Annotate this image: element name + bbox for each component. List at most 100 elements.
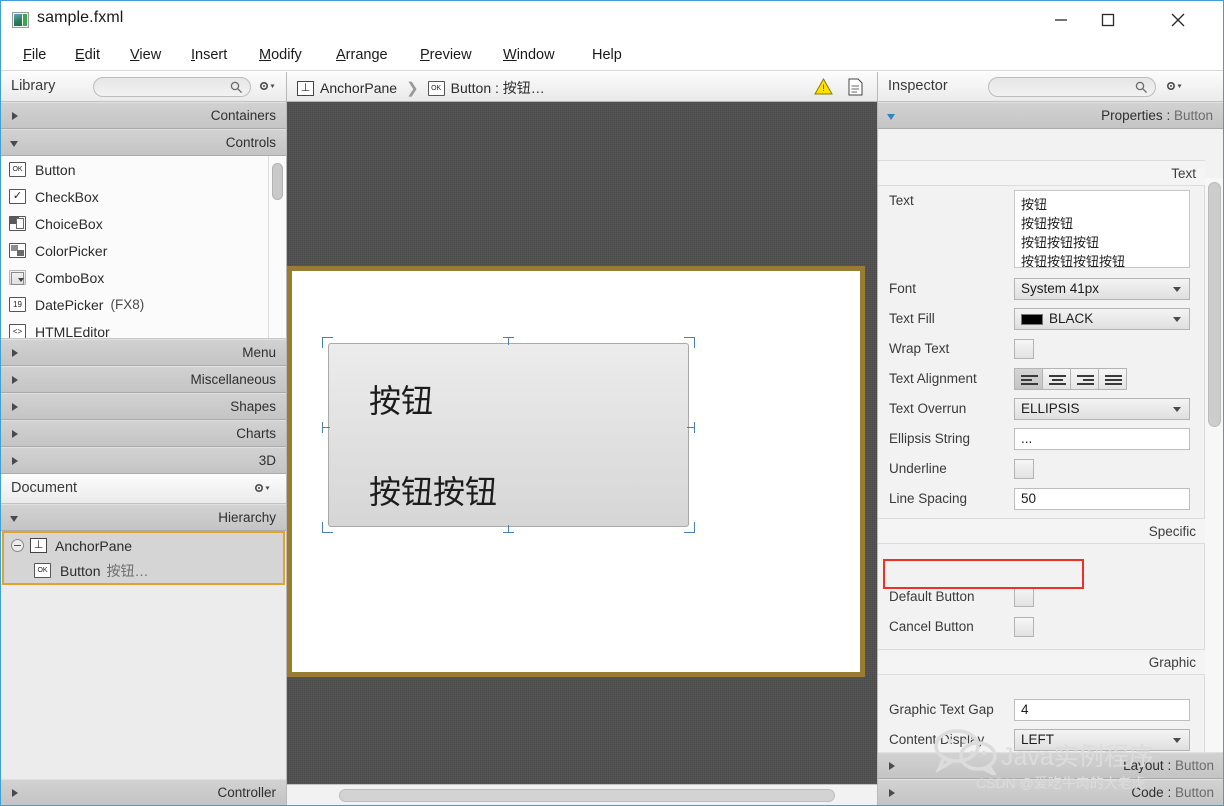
preview-button[interactable]: 按钮 按钮按钮 xyxy=(328,343,689,527)
canvas-scrollbar-thumb[interactable] xyxy=(339,789,835,802)
document-gear-icon[interactable] xyxy=(252,481,274,497)
library-section-3d[interactable]: 3D xyxy=(1,447,286,474)
document-panel-header: Document xyxy=(1,474,286,504)
text-overrun-combo[interactable]: ELLIPSIS xyxy=(1014,398,1190,420)
library-section-charts[interactable]: Charts xyxy=(1,420,286,447)
collapse-icon[interactable] xyxy=(11,539,24,552)
property-label: Graphic Text Gap xyxy=(889,702,994,717)
inspector-section-properties[interactable]: Properties : Button xyxy=(878,102,1223,129)
menu-bar: File Edit View Insert Modify Arrange Pre… xyxy=(1,39,1223,71)
inspector-content: Text Text 按钮 按钮按钮 按钮按钮按钮 按钮按钮按钮按钮 Font S… xyxy=(878,160,1205,755)
text-fill-combo[interactable]: BLACK xyxy=(1014,308,1190,330)
wrap-text-checkbox[interactable] xyxy=(1014,339,1034,359)
inspector-section-layout[interactable]: Layout : Button xyxy=(878,752,1223,779)
chevron-right-icon xyxy=(12,349,18,357)
library-section-miscellaneous[interactable]: Miscellaneous xyxy=(1,366,286,393)
font-combo[interactable]: System 41px xyxy=(1014,278,1190,300)
library-controls-list[interactable]: Button CheckBox ChoiceBox ColorPicker Co… xyxy=(1,156,286,339)
text-overrun-value: ELLIPSIS xyxy=(1021,401,1080,416)
maximize-button[interactable] xyxy=(1085,1,1131,38)
list-item[interactable]: ColorPicker xyxy=(1,237,286,264)
list-item[interactable]: ComboBox xyxy=(1,264,286,291)
list-item-label: CheckBox xyxy=(35,188,99,205)
menu-insert[interactable]: Insert xyxy=(189,44,229,66)
line-spacing-input[interactable]: 50 xyxy=(1014,488,1190,510)
list-item-label: Button xyxy=(35,161,76,178)
resize-handle-r[interactable] xyxy=(684,422,695,433)
text-textarea[interactable]: 按钮 按钮按钮 按钮按钮按钮 按钮按钮按钮按钮 xyxy=(1014,190,1190,268)
library-search-input[interactable] xyxy=(93,77,251,97)
menu-modify[interactable]: Modify xyxy=(257,44,304,66)
list-item-label: ChoiceBox xyxy=(35,215,103,232)
title-bar: sample.fxml xyxy=(1,1,1223,39)
spacer-graphic xyxy=(878,675,1205,695)
list-item[interactable]: DatePicker (FX8) xyxy=(1,291,286,318)
resize-handle-l[interactable] xyxy=(322,422,333,433)
library-scrollbar-thumb[interactable] xyxy=(272,163,283,200)
resize-handle-b[interactable] xyxy=(503,522,514,533)
library-section-label: Shapes xyxy=(230,399,276,414)
inspector-section-code[interactable]: Code : Button xyxy=(878,779,1223,805)
library-gear-icon[interactable] xyxy=(257,79,279,95)
align-center-button[interactable] xyxy=(1042,368,1071,390)
graphic-text-gap-input[interactable]: 4 xyxy=(1014,699,1190,721)
colorpicker-icon xyxy=(9,243,26,258)
menu-help[interactable]: Help xyxy=(590,44,624,66)
document-section-label: Controller xyxy=(217,785,276,800)
resize-handle-bl[interactable] xyxy=(322,522,333,533)
document-section-hierarchy[interactable]: Hierarchy xyxy=(1,504,286,531)
document-section-controller[interactable]: Controller xyxy=(1,779,286,805)
design-canvas[interactable]: 按钮 按钮按钮 xyxy=(287,102,877,784)
close-button[interactable] xyxy=(1155,1,1201,38)
library-section-menu[interactable]: Menu xyxy=(1,339,286,366)
library-section-label: Controls xyxy=(225,135,276,150)
align-right-button[interactable] xyxy=(1070,368,1099,390)
inspector-gear-icon[interactable] xyxy=(1164,79,1186,95)
library-section-controls[interactable]: Controls xyxy=(1,129,286,156)
tree-item-label: Button xyxy=(60,562,101,579)
resize-handle-br[interactable] xyxy=(684,522,695,533)
tree-item-button[interactable]: Button 按钮… xyxy=(4,558,283,583)
list-item[interactable]: Button xyxy=(1,156,286,183)
resize-handle-tr[interactable] xyxy=(684,337,695,348)
preview-button-text: 按钮 按钮按钮 xyxy=(369,382,498,511)
chevron-right-icon xyxy=(12,789,18,797)
minimize-button[interactable] xyxy=(1038,1,1084,38)
inspector-section-label: Properties : Button xyxy=(1101,108,1213,123)
resize-handle-t[interactable] xyxy=(503,337,514,348)
menu-window[interactable]: Window xyxy=(501,44,557,66)
content-display-combo[interactable]: LEFT xyxy=(1014,729,1190,751)
library-section-containers[interactable]: Containers xyxy=(1,102,286,129)
group-label: Text xyxy=(1171,166,1196,181)
menu-arrange[interactable]: Arrange xyxy=(334,44,390,66)
stage-anchorpane[interactable]: 按钮 按钮按钮 xyxy=(287,266,865,677)
inspector-search-input[interactable] xyxy=(988,77,1156,97)
library-scrollbar[interactable] xyxy=(268,156,285,338)
default-button-checkbox[interactable] xyxy=(1014,587,1034,607)
tree-item-anchorpane[interactable]: AnchorPane xyxy=(4,533,283,558)
document-icon[interactable] xyxy=(848,78,863,99)
list-item[interactable]: CheckBox xyxy=(1,183,286,210)
ok-button-icon xyxy=(427,80,445,96)
align-left-button[interactable] xyxy=(1014,368,1043,390)
content-panel: AnchorPane ❯ Button : 按钮… ! 按钮 按钮按钮 xyxy=(287,72,877,805)
chevron-right-icon xyxy=(12,112,18,120)
canvas-horizontal-scrollbar[interactable] xyxy=(287,784,877,805)
ellipsis-string-input[interactable]: ... xyxy=(1014,428,1190,450)
inspector-scrollbar[interactable] xyxy=(1204,178,1223,782)
library-section-shapes[interactable]: Shapes xyxy=(1,393,286,420)
warning-triangle-icon[interactable]: ! xyxy=(814,77,833,98)
resize-handle-tl[interactable] xyxy=(322,337,333,348)
cancel-button-checkbox[interactable] xyxy=(1014,617,1034,637)
breadcrumb-item-button[interactable]: Button : 按钮… xyxy=(451,78,545,98)
menu-preview[interactable]: Preview xyxy=(418,44,474,66)
list-item[interactable]: ChoiceBox xyxy=(1,210,286,237)
align-justify-button[interactable] xyxy=(1098,368,1127,390)
list-item[interactable]: HTMLEditor xyxy=(1,318,286,338)
inspector-scrollbar-thumb[interactable] xyxy=(1208,182,1221,427)
menu-view[interactable]: View xyxy=(128,44,163,66)
menu-file[interactable]: File xyxy=(21,44,48,66)
menu-edit[interactable]: Edit xyxy=(73,44,102,66)
breadcrumb-item-anchorpane[interactable]: AnchorPane xyxy=(320,80,397,96)
underline-checkbox[interactable] xyxy=(1014,459,1034,479)
